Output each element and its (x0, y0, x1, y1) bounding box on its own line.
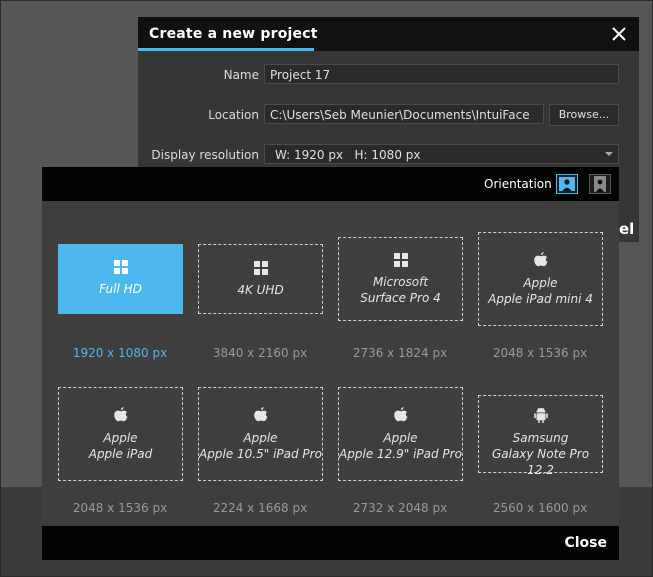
device-resolution: 2224 x 1668 px (212, 501, 308, 515)
device-name: Surface Pro 4 (360, 291, 441, 305)
dialog-titlebar: Create a new project (138, 17, 639, 51)
apple-icon (393, 406, 409, 428)
device-brand: Apple (103, 431, 138, 445)
picker-header: Orientation (42, 167, 619, 201)
device-tile-surface-pro-4[interactable]: Microsoft Surface Pro 4 (338, 237, 463, 321)
name-label: Name (223, 68, 259, 82)
device-name: Full HD (99, 282, 142, 296)
device-resolution: 2048 x 1536 px (492, 346, 588, 360)
device-name: Apple iPad mini 4 (488, 292, 593, 306)
browse-button[interactable]: Browse... (549, 104, 619, 126)
device-tile-ipad-mini-4[interactable]: Apple Apple iPad mini 4 (478, 232, 603, 326)
picker-footer: Close (42, 526, 619, 560)
name-input[interactable]: Project 17 (264, 64, 619, 84)
orientation-label: Orientation (484, 177, 552, 191)
chevron-down-icon (600, 145, 618, 163)
device-tile-ipad-pro-10-5[interactable]: Apple Apple 10.5" iPad Pro (198, 387, 323, 481)
resolution-label: Display resolution (151, 148, 259, 162)
close-button[interactable]: Close (564, 535, 607, 551)
device-name: Galaxy Note Pro 12.2 (491, 447, 590, 477)
device-brand: Microsoft (372, 275, 429, 289)
device-brand: Apple (383, 431, 418, 445)
resolution-picker-dialog: Orientation Full HD 1920 x 1080 px 4K UH… (42, 167, 619, 560)
device-name: 4K UHD (237, 283, 284, 297)
device-name: Apple 10.5" iPad Pro (199, 447, 322, 461)
windows-icon (253, 260, 268, 279)
device-tile-4k-uhd[interactable]: 4K UHD (198, 244, 323, 314)
windows-icon (113, 259, 128, 278)
device-tile-ipad[interactable]: Apple Apple iPad (58, 387, 183, 481)
device-resolution: 1920 x 1080 px (72, 346, 168, 360)
cancel-button[interactable]: el (619, 220, 634, 238)
device-resolution: 2048 x 1536 px (72, 501, 168, 515)
device-resolution: 3840 x 2160 px (212, 346, 308, 360)
location-input[interactable]: C:\Users\Seb Meunier\Documents\IntuiFace (264, 104, 544, 124)
orientation-landscape-toggle[interactable] (556, 174, 578, 194)
person-icon (594, 176, 606, 192)
resolution-dropdown[interactable]: W: 1920 px H: 1080 px (264, 144, 619, 164)
windows-icon (393, 252, 408, 271)
device-name: Apple iPad (88, 447, 153, 461)
apple-icon (113, 406, 129, 428)
device-resolution: 2736 x 1824 px (352, 346, 448, 360)
title-underline (138, 48, 314, 51)
person-icon (559, 177, 575, 191)
android-icon (533, 406, 549, 428)
device-tile-galaxy-note-pro[interactable]: Samsung Galaxy Note Pro 12.2 (478, 395, 603, 477)
resolution-value: W: 1920 px H: 1080 px (275, 148, 421, 162)
device-resolution: 2732 x 2048 px (352, 501, 448, 515)
orientation-portrait-toggle[interactable] (589, 174, 611, 194)
device-tile-ipad-pro-12-9[interactable]: Apple Apple 12.9" iPad Pro (338, 387, 463, 481)
location-label: Location (208, 108, 259, 122)
apple-icon (533, 251, 549, 273)
apple-icon (253, 406, 269, 428)
device-brand: Samsung (512, 431, 569, 445)
dialog-title: Create a new project (149, 26, 318, 42)
device-name: Apple 12.9" iPad Pro (339, 447, 462, 461)
device-tile-full-hd[interactable]: Full HD (58, 244, 183, 314)
close-icon[interactable] (608, 23, 630, 45)
device-brand: Apple (523, 276, 558, 290)
device-brand: Apple (243, 431, 278, 445)
device-resolution: 2560 x 1600 px (492, 501, 588, 515)
